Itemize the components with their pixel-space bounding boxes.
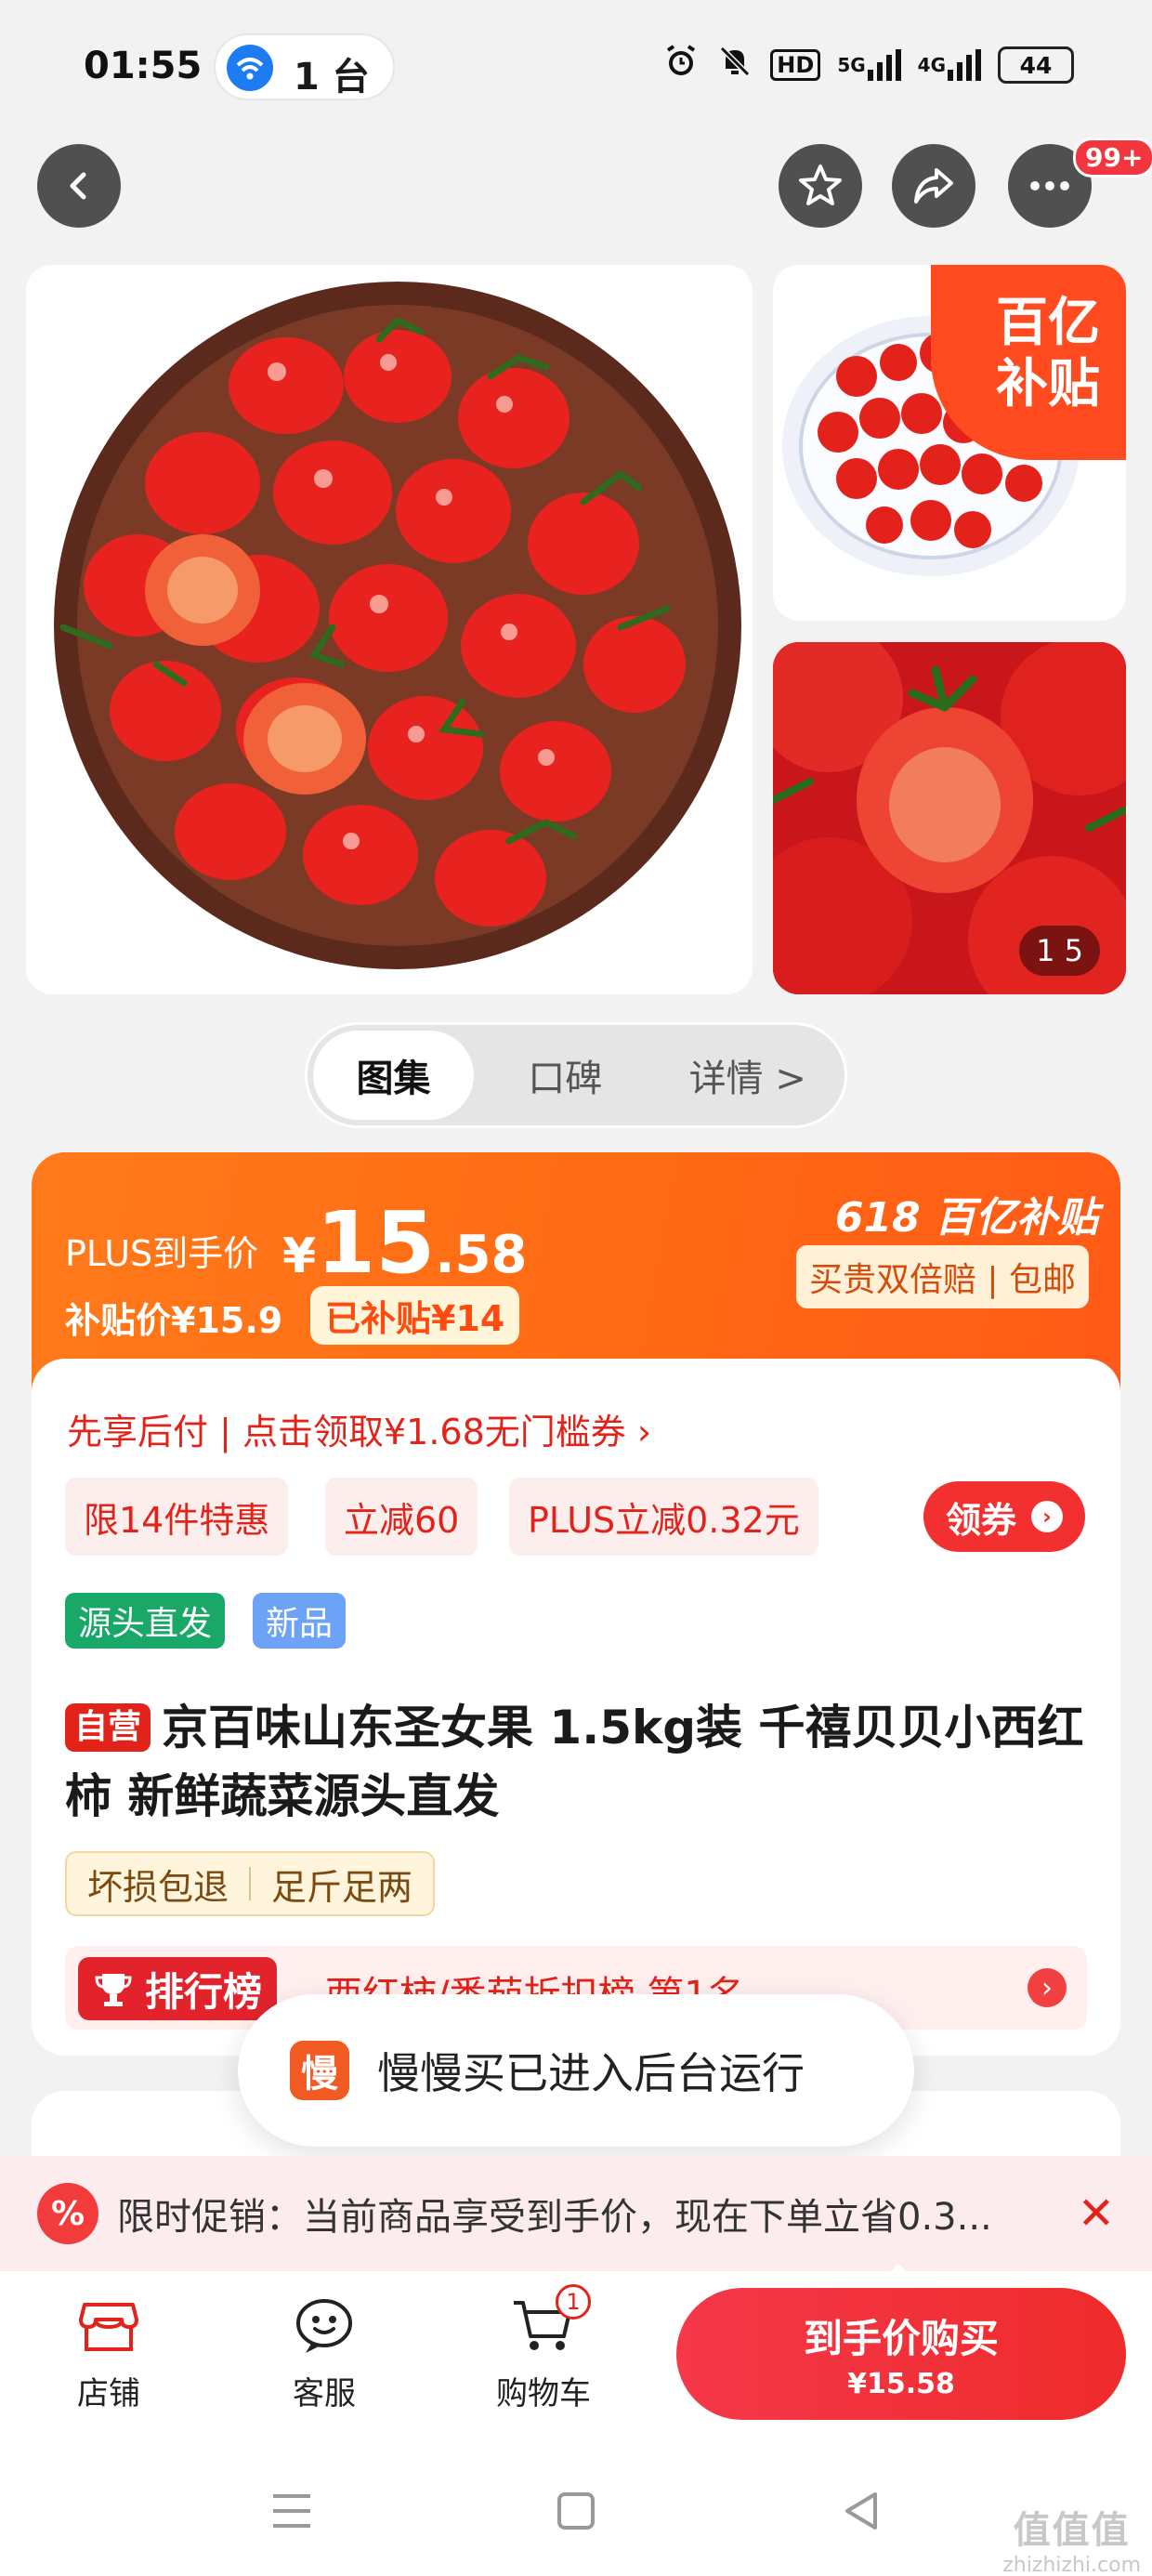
service-tags[interactable]: 坏损包退 足斤足两 bbox=[65, 1851, 436, 1916]
final-price: ¥15.58 bbox=[282, 1193, 527, 1293]
background-run-toast: 慢 慢慢买已进入后台运行 bbox=[238, 1994, 914, 2147]
store-icon bbox=[75, 2292, 142, 2359]
tab-reviews[interactable]: 口碑 bbox=[474, 1031, 657, 1120]
signal-5g-icon: 5G bbox=[837, 49, 901, 81]
ranking-badge-label: 排行榜 bbox=[145, 1968, 263, 2015]
status-bar: 01:55 1 台 HD 5G 4G 44 bbox=[0, 0, 1152, 139]
promo-chip-limited: 限14件特惠 bbox=[65, 1478, 289, 1556]
gallery-thumbnail[interactable]: 1 5 bbox=[773, 642, 1126, 994]
buy-now-button[interactable]: 到手价购买 ¥15.58 bbox=[676, 2288, 1126, 2420]
product-info-card: 先享后付 | 点击领取¥1.68无门槛券 › 限14件特惠 立减60 PLUS立… bbox=[32, 1359, 1120, 2056]
product-title-text: 京百味山东圣女果 1.5kg装 千禧贝贝小西红柿 新鲜蔬菜源头直发 bbox=[65, 1701, 1084, 1823]
hd-icon: HD bbox=[770, 49, 821, 81]
more-dots-icon bbox=[1030, 181, 1069, 191]
tag-source-direct: 源头直发 bbox=[65, 1593, 226, 1649]
cast-device-pill[interactable]: 1 台 bbox=[214, 33, 395, 100]
buy-now-price: ¥15.58 bbox=[847, 2368, 955, 2400]
chat-face-icon bbox=[291, 2292, 358, 2359]
bottom-action-bar: 店铺 客服 1 购物车 到手价购买 ¥15.58 bbox=[0, 2271, 1152, 2448]
cart-label: 购物车 bbox=[496, 2375, 591, 2412]
plus-price-label: PLUS到手价 bbox=[65, 1233, 259, 1274]
watermark: 值值值 zhizhizhi.com bbox=[1002, 2500, 1141, 2576]
claim-coupon-label: 领券 bbox=[945, 1499, 1016, 1541]
image-counter-total: 5 bbox=[1064, 933, 1083, 968]
app-icon: 慢 bbox=[290, 2041, 349, 2100]
chevron-right-icon: › bbox=[1028, 1968, 1067, 2007]
promo-618-label[interactable]: 618 百亿补贴 bbox=[835, 1184, 1098, 1243]
system-navigation-bar bbox=[0, 2448, 1152, 2576]
home-icon[interactable] bbox=[556, 2491, 596, 2535]
claim-coupon-button[interactable]: 领券 › bbox=[923, 1481, 1085, 1552]
signal-4g-label: 4G bbox=[917, 54, 946, 76]
customer-service-button[interactable]: 客服 bbox=[255, 2292, 394, 2413]
chevron-left-icon bbox=[70, 172, 86, 200]
mute-icon bbox=[716, 43, 753, 87]
close-icon[interactable]: ✕ bbox=[1078, 2188, 1115, 2240]
percent-icon: % bbox=[37, 2183, 98, 2244]
customer-service-label: 客服 bbox=[293, 2375, 356, 2412]
service-full-weight: 足斤足两 bbox=[271, 1866, 413, 1908]
toast-message: 慢慢买已进入后台运行 bbox=[377, 2048, 805, 2098]
subsidy-badge-line2: 补贴 bbox=[996, 354, 1100, 414]
back-triangle-icon[interactable] bbox=[840, 2489, 881, 2537]
watermark-logo: 值值值 bbox=[1013, 2509, 1131, 2552]
battery-icon: 44 bbox=[998, 46, 1074, 84]
promo-chip-discount: 立减60 bbox=[325, 1478, 478, 1556]
main-product-image[interactable] bbox=[26, 265, 753, 994]
notification-badge: 99+ bbox=[1073, 138, 1152, 177]
wifi-cast-icon bbox=[227, 45, 273, 91]
promo-strip[interactable]: % 限时促销：当前商品享受到手价，现在下单立省0.3... ✕ bbox=[0, 2156, 1152, 2271]
store-button[interactable]: 店铺 bbox=[39, 2292, 178, 2413]
service-damage-refund: 坏损包退 bbox=[87, 1866, 229, 1908]
status-time: 01:55 bbox=[84, 45, 203, 87]
content-tabs: 图集 口碑 详情 > bbox=[305, 1022, 847, 1128]
tab-details[interactable]: 详情 > bbox=[656, 1031, 839, 1120]
chevron-right-icon: › bbox=[1031, 1501, 1063, 1532]
status-icons: HD 5G 4G 44 bbox=[662, 43, 1074, 87]
signal-4g-icon: 4G bbox=[918, 49, 981, 81]
share-button[interactable] bbox=[892, 144, 975, 228]
star-icon bbox=[799, 164, 842, 205]
back-button[interactable] bbox=[37, 144, 121, 228]
promo-text: 限时促销：当前商品享受到手价，现在下单立省0.3... bbox=[117, 2196, 992, 2239]
coupon-line[interactable]: 先享后付 | 点击领取¥1.68无门槛券 › bbox=[67, 1403, 651, 1454]
menu-icon[interactable] bbox=[269, 2491, 314, 2535]
cart-count-badge: 1 bbox=[556, 2284, 591, 2320]
guarantee-tag: 买贵双倍赔 | 包邮 bbox=[795, 1245, 1089, 1308]
subsidized-amount-tag: 已补贴¥14 bbox=[310, 1286, 520, 1345]
image-counter-current: 1 bbox=[1036, 933, 1055, 968]
price-decimal: .58 bbox=[435, 1225, 528, 1285]
store-label: 店铺 bbox=[77, 2375, 140, 2412]
promo-chip-plus: PLUS立减0.32元 bbox=[509, 1478, 818, 1556]
cart-button[interactable]: 1 购物车 bbox=[474, 2284, 613, 2413]
price-banner: PLUS到手价 ¥15.58 补贴价¥15.9 已补贴¥14 618 百亿补贴 … bbox=[32, 1152, 1120, 1394]
price-currency: ¥ bbox=[282, 1229, 317, 1284]
signal-5g-label: 5G bbox=[837, 54, 866, 76]
subsidy-badge-line1: 百亿 bbox=[996, 293, 1100, 353]
subsidy-price: 补贴价¥15.9 bbox=[65, 1300, 283, 1341]
share-icon bbox=[914, 168, 953, 204]
product-title: 自营 京百味山东圣女果 1.5kg装 千禧贝贝小西红柿 新鲜蔬菜源头直发 bbox=[65, 1693, 1087, 1831]
self-operated-badge: 自营 bbox=[65, 1703, 151, 1752]
image-gallery[interactable]: 百亿 补贴 1 5 bbox=[0, 265, 1152, 999]
cast-device-count: 1 台 bbox=[294, 56, 370, 99]
watermark-url: zhizhizhi.com bbox=[1002, 2554, 1141, 2576]
image-counter: 1 5 bbox=[1019, 926, 1100, 976]
alarm-icon bbox=[662, 43, 700, 87]
ranking-badge: 排行榜 bbox=[78, 1957, 278, 2020]
gallery-thumbnail[interactable]: 百亿 补贴 bbox=[773, 265, 1126, 621]
trophy-icon bbox=[95, 1974, 132, 2006]
price-integer: 15 bbox=[316, 1193, 436, 1293]
favorite-button[interactable] bbox=[779, 144, 862, 228]
tab-gallery[interactable]: 图集 bbox=[313, 1031, 474, 1120]
tag-new-product: 新品 bbox=[253, 1593, 347, 1649]
buy-now-label: 到手价购买 bbox=[803, 2316, 999, 2361]
